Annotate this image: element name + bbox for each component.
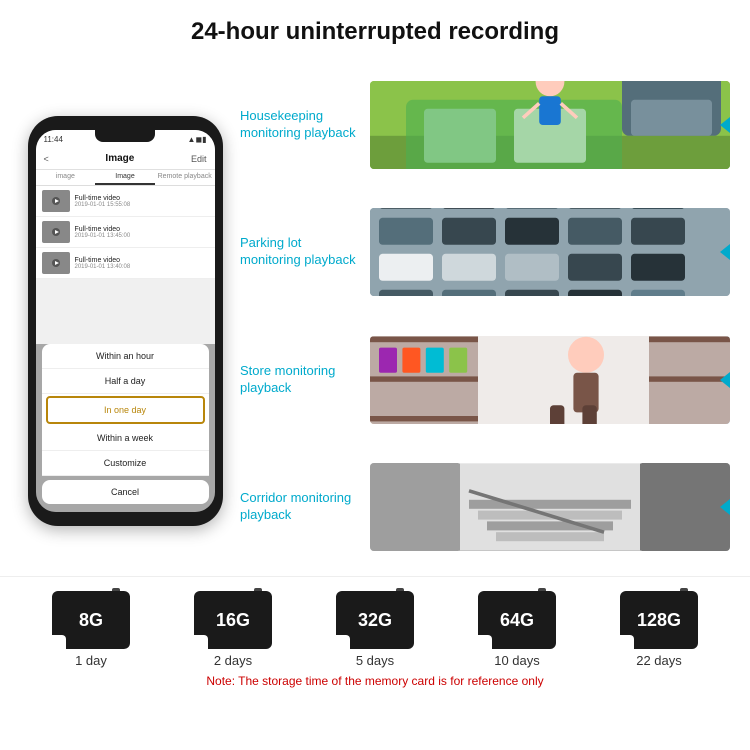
- video-thumb-3: [42, 252, 70, 274]
- phone-nav-right[interactable]: Edit: [191, 154, 207, 164]
- scenarios-panel: Housekeeping monitoring playback: [240, 56, 730, 576]
- phone-cancel-button[interactable]: Cancel: [42, 480, 209, 504]
- phone-nav: < Image Edit: [36, 148, 215, 170]
- phone-list-item[interactable]: Full-time video 2019-01-01 13:40:08: [36, 248, 215, 279]
- scenario-parking: Parking lot monitoring playback: [240, 192, 730, 314]
- sd-size-16g: 16G: [216, 610, 250, 631]
- sd-note: Note: The storage time of the memory car…: [20, 674, 730, 688]
- dropdown-item-oneday[interactable]: In one day: [46, 396, 205, 424]
- phone-dropdown-menu: Within an hour Half a day In one day Wit…: [42, 344, 209, 476]
- video-thumb-2: [42, 221, 70, 243]
- scenario-image-housekeeping: [370, 81, 730, 169]
- scenario-image-parking: [370, 208, 730, 296]
- sd-card-128g: 128G 22 days: [620, 591, 698, 668]
- phone-mockup: 11:44 ▲◼▮ < Image Edit image Image Remot…: [28, 116, 223, 526]
- dropdown-item-week[interactable]: Within a week: [42, 426, 209, 451]
- sd-card-icon-8g: 8G: [52, 591, 130, 649]
- scenario-label-housekeeping: Housekeeping monitoring playback: [240, 108, 360, 142]
- sd-size-64g: 64G: [500, 610, 534, 631]
- phone-nav-title: Image: [105, 153, 134, 164]
- phone-list-item[interactable]: Full-time video 2019-01-01 15:55:08: [36, 186, 215, 217]
- scenario-label-store: Store monitoring playback: [240, 363, 360, 397]
- scenario-arrow-housekeeping: [720, 117, 730, 133]
- phone-tabs: image Image Remote playback: [36, 170, 215, 186]
- phone-screen: 11:44 ▲◼▮ < Image Edit image Image Remot…: [36, 130, 215, 512]
- video-title-1: Full-time video: [75, 195, 209, 202]
- sd-card-icon-16g: 16G: [194, 591, 272, 649]
- phone-tab-image[interactable]: image: [36, 170, 96, 185]
- scenario-corridor: Corridor monitoring playback: [240, 447, 730, 569]
- scenario-image-corridor: [370, 463, 730, 551]
- phone-dropdown-overlay: Within an hour Half a day In one day Wit…: [36, 344, 215, 512]
- phone-time: 11:44: [44, 135, 63, 144]
- sd-card-64g: 64G 10 days: [478, 591, 556, 668]
- dropdown-item-hour[interactable]: Within an hour: [42, 344, 209, 369]
- sd-days-8g: 1 day: [75, 653, 107, 668]
- page-title: 24-hour uninterrupted recording: [10, 18, 740, 46]
- phone-notch: [95, 130, 155, 142]
- sd-days-64g: 10 days: [494, 653, 540, 668]
- scenario-label-parking: Parking lot monitoring playback: [240, 235, 360, 269]
- phone-nav-left[interactable]: <: [44, 154, 49, 164]
- sd-card-icon-128g: 128G: [620, 591, 698, 649]
- sd-card-icon-32g: 32G: [336, 591, 414, 649]
- sd-days-32g: 5 days: [356, 653, 394, 668]
- page-header: 24-hour uninterrupted recording: [0, 0, 750, 56]
- scenario-label-corridor: Corridor monitoring playback: [240, 490, 360, 524]
- main-content: 11:44 ▲◼▮ < Image Edit image Image Remot…: [0, 56, 750, 576]
- dropdown-item-customize[interactable]: Customize: [42, 451, 209, 476]
- video-date-3: 2019-01-01 13:40:08: [75, 264, 209, 270]
- phone-video-list: Full-time video 2019-01-01 15:55:08 Full…: [36, 186, 215, 279]
- sd-cards-row: 8G 1 day 16G 2 days 32G 5 days 64G 10 da…: [20, 591, 730, 668]
- video-title-3: Full-time video: [75, 257, 209, 264]
- scenario-arrow-corridor: [720, 499, 730, 515]
- dropdown-item-halfday[interactable]: Half a day: [42, 369, 209, 394]
- scenario-arrow-parking: [720, 244, 730, 260]
- phone-tab-image2[interactable]: Image: [95, 170, 155, 185]
- phone-tab-remote[interactable]: Remote playback: [155, 170, 215, 185]
- phone-icons: ▲◼▮: [188, 135, 207, 144]
- sd-card-32g: 32G 5 days: [336, 591, 414, 668]
- sd-size-32g: 32G: [358, 610, 392, 631]
- sd-size-128g: 128G: [637, 610, 681, 631]
- phone-list-item[interactable]: Full-time video 2019-01-01 13:45:00: [36, 217, 215, 248]
- phone-container: 11:44 ▲◼▮ < Image Edit image Image Remot…: [20, 56, 230, 576]
- video-title-2: Full-time video: [75, 226, 209, 233]
- scenario-arrow-store: [720, 372, 730, 388]
- sd-card-icon-64g: 64G: [478, 591, 556, 649]
- sd-card-16g: 16G 2 days: [194, 591, 272, 668]
- scenario-image-store: [370, 336, 730, 424]
- video-thumb-1: [42, 190, 70, 212]
- sd-section: 8G 1 day 16G 2 days 32G 5 days 64G 10 da…: [0, 576, 750, 696]
- scenario-store: Store monitoring playback: [240, 319, 730, 441]
- sd-days-16g: 2 days: [214, 653, 252, 668]
- video-date-2: 2019-01-01 13:45:00: [75, 233, 209, 239]
- sd-days-128g: 22 days: [636, 653, 682, 668]
- sd-card-8g: 8G 1 day: [52, 591, 130, 668]
- video-date-1: 2019-01-01 15:55:08: [75, 202, 209, 208]
- sd-size-8g: 8G: [79, 610, 103, 631]
- scenario-housekeeping: Housekeeping monitoring playback: [240, 64, 730, 186]
